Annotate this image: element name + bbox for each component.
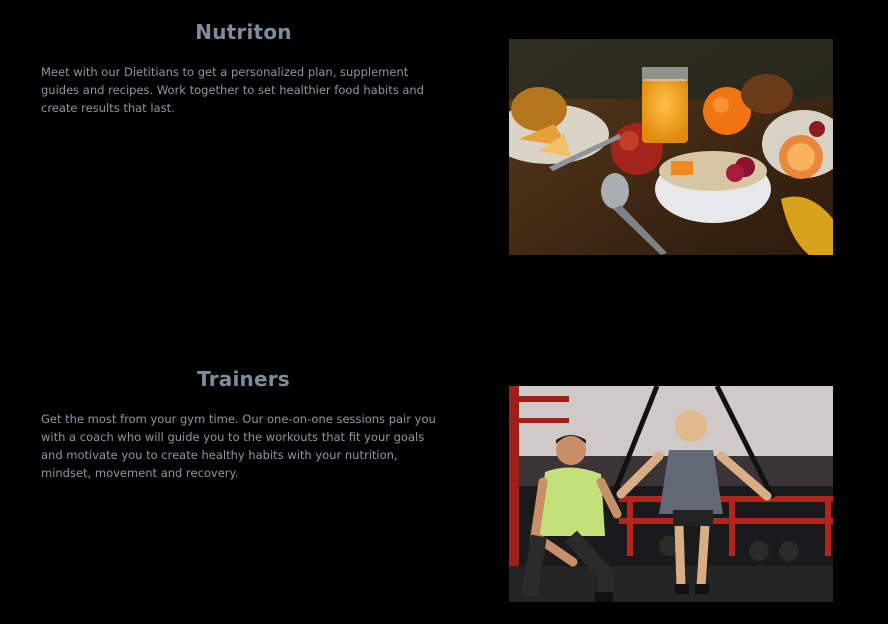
nutrition-text-column: Nutriton Meet with our Dietitians to get… xyxy=(41,0,446,300)
nutrition-photo xyxy=(509,39,833,255)
trainers-description: Get the most from your gym time. Our one… xyxy=(41,412,436,480)
trainers-text-column: Trainers Get the most from your gym time… xyxy=(41,347,446,624)
nutrition-heading: Nutriton xyxy=(195,20,292,44)
trainers-heading: Trainers xyxy=(197,367,290,391)
nutrition-description: Meet with our Dietitians to get a person… xyxy=(41,65,424,115)
trainers-section: Trainers Get the most from your gym time… xyxy=(0,347,888,624)
trainers-photo xyxy=(509,386,833,602)
nutrition-section: Nutriton Meet with our Dietitians to get… xyxy=(0,0,888,300)
